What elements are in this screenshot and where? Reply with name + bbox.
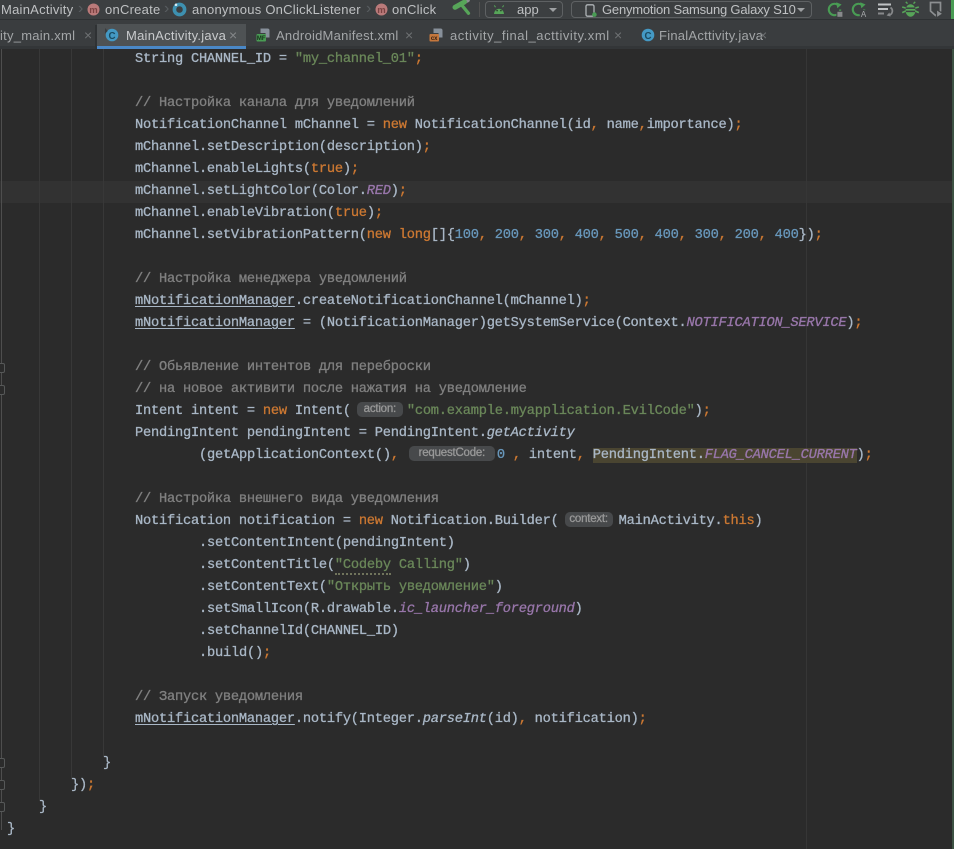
svg-text:m: m [377, 5, 385, 16]
svg-text:C: C [644, 31, 651, 42]
svg-text:MF: MF [257, 36, 266, 42]
svg-text:cx: cx [431, 36, 438, 42]
svg-text:A: A [861, 10, 867, 18]
svg-text:C: C [108, 31, 115, 42]
svg-text:m: m [89, 5, 97, 16]
